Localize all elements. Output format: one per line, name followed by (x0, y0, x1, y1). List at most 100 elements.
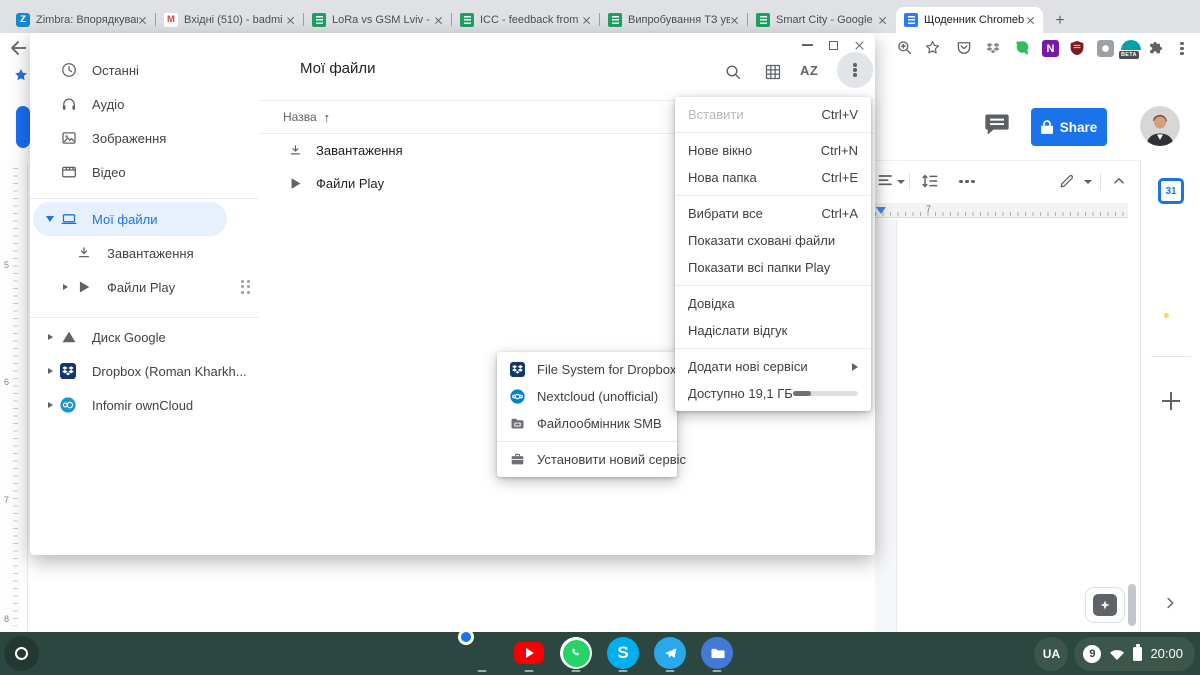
beta-extension-icon[interactable]: BETA (1118, 38, 1144, 57)
browser-menu-icon[interactable] (1180, 40, 1184, 57)
extension-badge-icon[interactable] (1097, 40, 1114, 57)
indent-marker[interactable] (876, 207, 886, 214)
zoom-in-icon[interactable] (895, 38, 914, 57)
chevron-right-icon[interactable] (48, 334, 53, 340)
docs-side-panel: 31 (1140, 160, 1200, 632)
sort-ascending-icon[interactable]: ↑ (324, 110, 331, 125)
maximize-button[interactable] (829, 41, 838, 50)
sidebar-item-images[interactable]: Зображення (30, 121, 258, 155)
tab-sheet-2[interactable]: ICC - feedback from (452, 7, 599, 33)
menu-item-new-window[interactable]: Нове вікно Ctrl+N (675, 137, 871, 164)
tab-sheet-4[interactable]: Smart City - Google (748, 7, 895, 33)
onenote-icon[interactable]: N (1042, 40, 1059, 57)
tab-docs-active[interactable]: Щоденник Chromeb (896, 7, 1043, 33)
tab-close-icon[interactable] (434, 16, 443, 25)
drag-handle[interactable] (241, 280, 250, 294)
sidebar-item-owncloud[interactable]: Infomir ownCloud (30, 388, 258, 422)
tab-close-icon[interactable] (730, 16, 739, 25)
divider (909, 173, 910, 190)
bookmarked-star-icon[interactable] (12, 66, 30, 84)
youtube-icon[interactable] (513, 637, 545, 669)
nextcloud-icon (510, 389, 526, 404)
comment-icon[interactable] (983, 112, 1011, 138)
menu-item-show-hidden-files[interactable]: Показати сховані файли (675, 227, 871, 254)
dropbox-extension-icon[interactable] (984, 40, 1002, 58)
files-sidebar: Останні Аудіо Зображення Відео Мо (30, 53, 258, 422)
scrollbar-thumb[interactable] (1128, 584, 1136, 626)
chevron-right-icon[interactable] (63, 284, 68, 290)
new-tab-button[interactable]: + (1048, 10, 1072, 32)
telegram-icon[interactable] (654, 637, 686, 669)
column-name[interactable]: Назва (283, 110, 317, 124)
sort-az-icon[interactable]: AZ (800, 63, 828, 83)
chevron-right-icon[interactable] (48, 402, 53, 408)
page-title: Мої файли (300, 60, 376, 77)
files-app-icon[interactable] (701, 637, 733, 669)
download-icon (75, 244, 101, 262)
horizontal-ruler: 7 (875, 203, 1128, 218)
tab-sheet-1[interactable]: LoRa vs GSM Lviv - (304, 7, 451, 33)
tab-close-icon[interactable] (138, 16, 147, 25)
whatsapp-icon[interactable] (560, 637, 592, 669)
explore-button[interactable] (1085, 587, 1125, 623)
menu-item-paste[interactable]: Вставити Ctrl+V (675, 101, 871, 128)
submenu-item-install-new-service[interactable]: Установити новий сервіс (497, 446, 677, 473)
submenu-arrow-icon (852, 363, 858, 371)
sidebar-item-play-files[interactable]: Файли Play (30, 270, 258, 304)
pocket-icon[interactable] (955, 39, 973, 57)
grid-view-icon[interactable] (763, 62, 783, 82)
align-icon[interactable] (876, 171, 896, 191)
minimize-button[interactable] (802, 44, 813, 46)
sidebar-item-google-drive[interactable]: Диск Google (30, 320, 258, 354)
search-icon[interactable] (723, 62, 743, 82)
chevron-right-icon[interactable] (1161, 594, 1179, 612)
menu-item-help[interactable]: Довідка (675, 290, 871, 317)
notification-count-badge: 9 (1083, 645, 1101, 663)
docs-sidebar-button[interactable] (16, 106, 30, 148)
launcher-button[interactable] (4, 636, 39, 671)
submenu-item-smb[interactable]: Файлообмінник SMB (497, 410, 677, 437)
tab-close-icon[interactable] (582, 16, 591, 25)
avatar[interactable] (1140, 106, 1180, 146)
calendar-icon[interactable]: 31 (1158, 178, 1184, 204)
chevron-down-icon[interactable] (46, 216, 54, 222)
collapse-toolbar-icon[interactable] (1110, 172, 1128, 190)
menu-item-select-all[interactable]: Вибрати все Ctrl+A (675, 200, 871, 227)
back-icon[interactable] (8, 37, 30, 59)
language-badge[interactable]: UA (1034, 637, 1068, 671)
tab-close-icon[interactable] (878, 16, 887, 25)
tab-sheet-3[interactable]: Випробування ТЗ ув (600, 7, 747, 33)
menu-item-send-feedback[interactable]: Надіслати відгук (675, 317, 871, 344)
sidebar-item-audio[interactable]: Аудіо (30, 87, 258, 121)
explore-star-icon (1093, 594, 1117, 616)
tab-close-icon[interactable] (1026, 16, 1035, 25)
sidebar-item-videos[interactable]: Відео (30, 155, 258, 189)
line-spacing-icon[interactable] (920, 171, 940, 191)
evernote-icon[interactable] (1014, 39, 1032, 57)
menu-item-show-all-play-folders[interactable]: Показати всі папки Play (675, 254, 871, 281)
submenu-item-nextcloud[interactable]: Nextcloud (unofficial) (497, 383, 677, 410)
tab-zimbra[interactable]: Z Zimbra: Впорядкуван (8, 7, 155, 33)
close-button[interactable] (854, 40, 865, 51)
submenu-item-dropbox-fs[interactable]: File System for Dropbox (497, 356, 677, 383)
more-options-icon[interactable] (959, 178, 975, 185)
files-menu-button[interactable] (837, 52, 873, 88)
tab-close-icon[interactable] (286, 16, 295, 25)
tab-gmail[interactable]: M Вхідні (510) - badmi (156, 7, 303, 33)
skype-icon[interactable]: S (607, 637, 639, 669)
share-button[interactable]: Share (1031, 108, 1107, 146)
edit-mode-pencil-icon[interactable] (1058, 172, 1076, 190)
status-tray[interactable]: 9 20:00 (1074, 637, 1195, 671)
play-icon (75, 278, 101, 296)
bookmark-star-icon[interactable] (923, 38, 942, 57)
sidebar-item-dropbox[interactable]: Dropbox (Roman Kharkh... (30, 354, 258, 388)
chrome-icon[interactable] (466, 637, 498, 669)
chevron-right-icon[interactable] (48, 368, 53, 374)
sidebar-item-downloads[interactable]: Завантаження (30, 236, 258, 270)
sidebar-item-recent[interactable]: Останні (30, 53, 258, 87)
menu-item-add-new-services[interactable]: Додати нові сервіси (675, 353, 871, 380)
extensions-puzzle-icon[interactable] (1147, 39, 1166, 58)
sidebar-item-my-files[interactable]: Мої файли (33, 202, 227, 236)
ublock-icon[interactable] (1068, 39, 1086, 57)
menu-item-new-folder[interactable]: Нова папка Ctrl+E (675, 164, 871, 191)
